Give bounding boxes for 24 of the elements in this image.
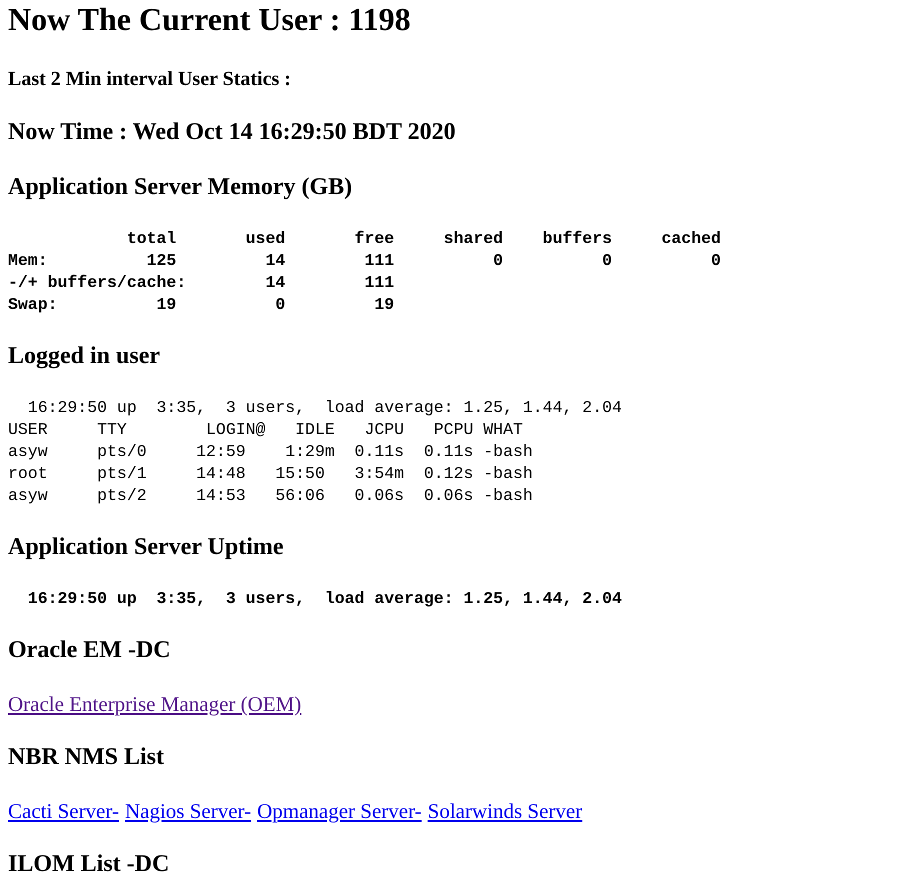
section-heading: Oracle EM -DC — [8, 636, 171, 665]
console-line: root pts/1 14:48 15:50 3:54m 0.12s -bash — [8, 463, 533, 485]
section-heading: ILOM List -DC — [8, 850, 170, 879]
link[interactable]: Nagios Server- — [124, 798, 252, 824]
now-time: Now Time : Wed Oct 14 16:29:50 BDT 2020 — [8, 118, 456, 147]
console-line: 16:29:50 up 3:35, 3 users, load average: 1.25, 1.44, 2.04 — [26, 397, 622, 419]
console-line: -/+ buffers/cache: 14 111 — [8, 272, 394, 294]
console-line: 16:29:50 up 3:35, 3 users, load average: 1.25, 1.44, 2.04 — [26, 588, 622, 610]
console-line: USER TTY LOGIN@ IDLE JCPU PCPU WHAT — [8, 419, 523, 441]
page-title: Now The Current User : 1198 — [8, 0, 411, 38]
link[interactable]: Oracle Enterprise Manager (OEM) — [8, 691, 302, 717]
link[interactable]: Cacti Server- — [8, 798, 119, 824]
console-line: Swap: 19 0 19 — [8, 294, 394, 316]
section-heading: NBR NMS List — [8, 743, 164, 772]
interval-label: Last 2 Min interval User Statics : — [8, 67, 291, 92]
link[interactable]: Solarwinds Server — [428, 798, 582, 824]
console-line: total used free shared buffers cached — [126, 228, 721, 250]
console-line: asyw pts/2 14:53 56:06 0.06s 0.06s -bash — [8, 485, 533, 507]
console-line: Mem: 125 14 111 0 0 0 — [8, 250, 721, 272]
console-line: asyw pts/0 12:59 1:29m 0.11s 0.11s -bash — [8, 441, 533, 463]
section-heading: Logged in user — [8, 342, 160, 371]
link[interactable]: Opmanager Server- — [257, 798, 422, 824]
section-heading: Application Server Uptime — [8, 533, 284, 562]
section-heading: Application Server Memory (GB) — [8, 173, 352, 202]
